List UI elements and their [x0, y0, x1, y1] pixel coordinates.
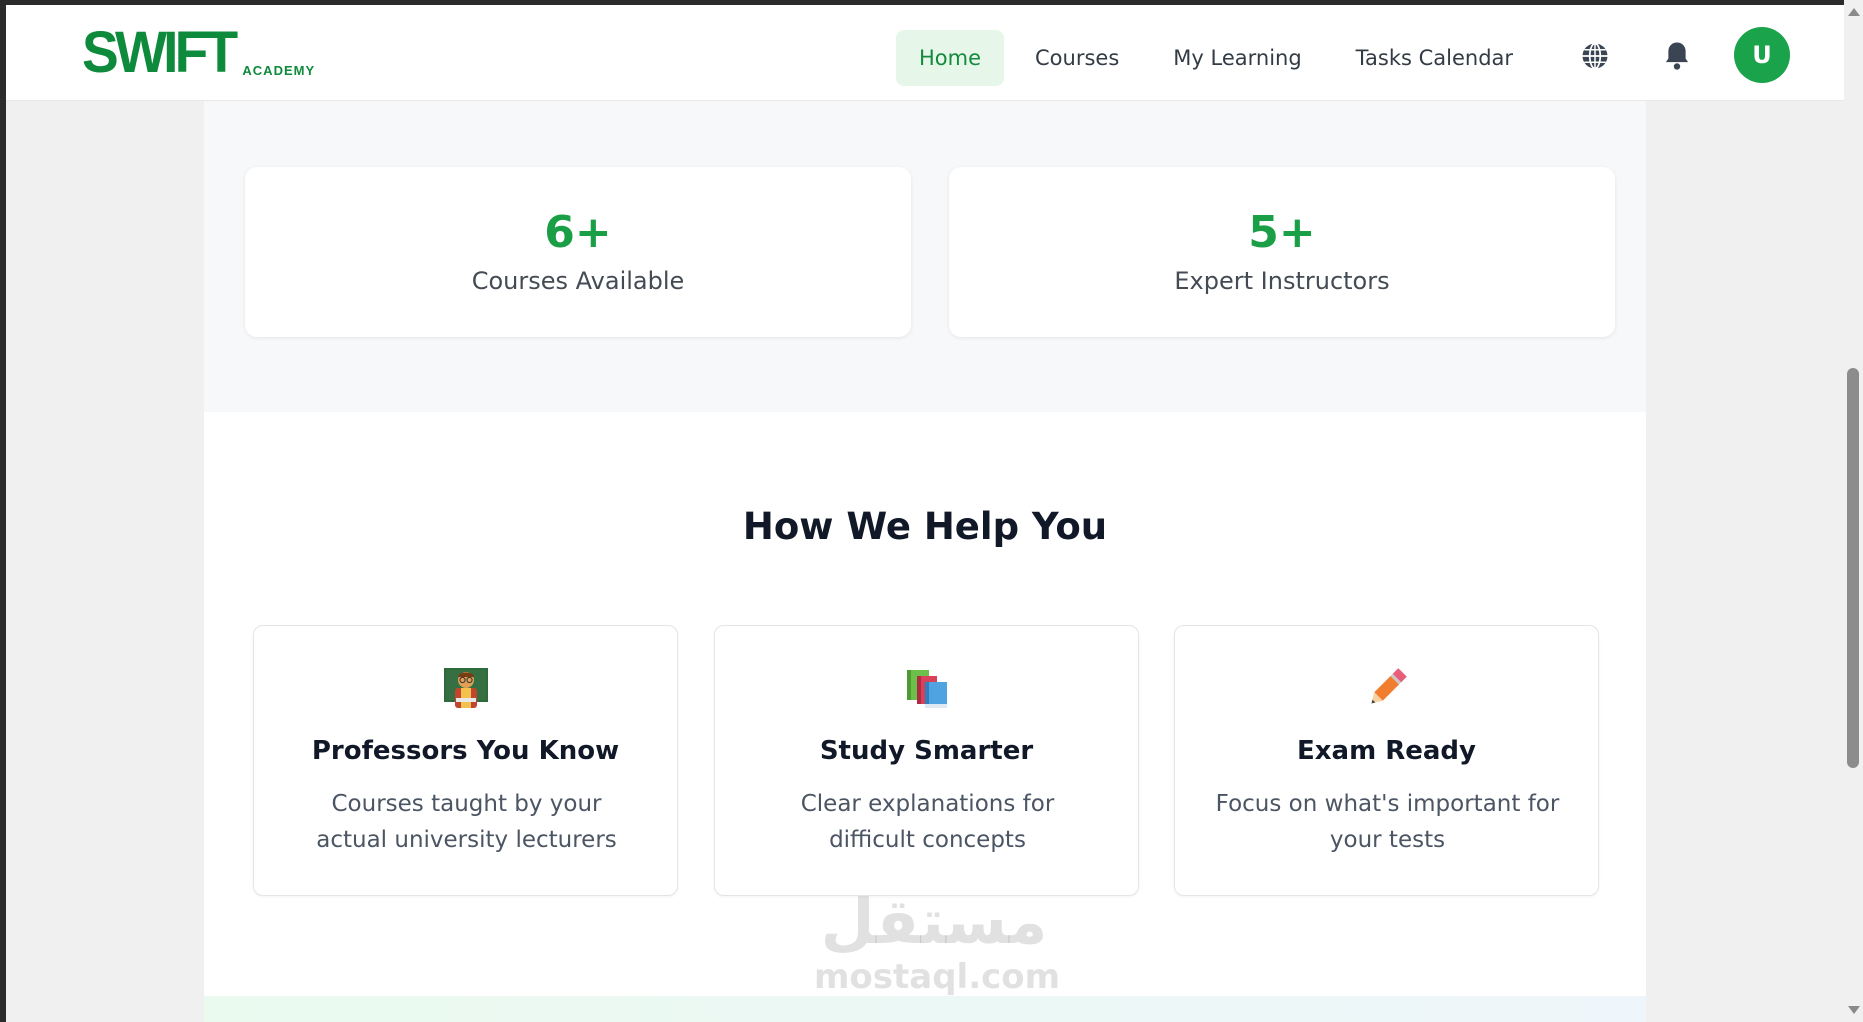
user-avatar[interactable]: U	[1734, 27, 1790, 83]
globe-icon[interactable]	[1580, 41, 1610, 71]
logo-subtitle: ACADEMY	[242, 63, 316, 78]
bell-icon[interactable]	[1662, 40, 1692, 72]
stats-section: 6+ Courses Available 5+ Expert Instructo…	[204, 101, 1646, 412]
main-content: 6+ Courses Available 5+ Expert Instructo…	[204, 101, 1646, 1022]
stat-value: 5+	[1248, 206, 1316, 258]
stat-label: Courses Available	[471, 267, 685, 296]
feature-description: Clear explanations for difficult concept…	[800, 791, 1055, 853]
nav-my-learning[interactable]: My Learning	[1150, 30, 1324, 86]
top-navbar: SWIFT ACADEMY Home Courses My Learning T…	[6, 5, 1850, 101]
watermark-latin: mostaql.com	[814, 957, 1061, 997]
feature-card-professors: Professors You Know Courses taught by yo…	[253, 625, 678, 896]
scroll-down-arrow-icon[interactable]	[1848, 1006, 1860, 1014]
feature-title: Professors You Know	[311, 736, 620, 766]
feature-description: Focus on what's important for your tests	[1215, 791, 1560, 853]
stat-value: 6+	[544, 206, 612, 258]
browser-viewport: SWIFT ACADEMY Home Courses My Learning T…	[6, 5, 1850, 1022]
nav-home[interactable]: Home	[896, 30, 1005, 86]
logo-wordmark: SWIFT	[82, 20, 238, 85]
feature-title: Exam Ready	[1297, 736, 1476, 766]
stat-label: Expert Instructors	[1174, 267, 1390, 296]
next-section-edge	[204, 996, 1646, 1022]
feature-card-study-smarter: Study Smarter Clear explanations for dif…	[714, 625, 1139, 896]
section-title: How We Help You	[742, 505, 1108, 548]
scrollbar-thumb[interactable]	[1847, 368, 1859, 768]
pencil-icon	[1371, 668, 1407, 704]
feature-title: Study Smarter	[819, 736, 1034, 766]
watermark: مستقل mostaql.com	[814, 885, 1061, 998]
nav-courses[interactable]: Courses	[1012, 30, 1142, 86]
swift-academy-logo[interactable]: SWIFT ACADEMY	[82, 24, 315, 82]
vertical-scrollbar[interactable]	[1844, 0, 1863, 1022]
teacher-icon	[444, 668, 488, 708]
scroll-up-arrow-icon[interactable]	[1848, 8, 1860, 16]
books-icon	[907, 670, 947, 708]
feature-description: Courses taught by your actual university…	[316, 791, 617, 853]
watermark-arabic: مستقل	[820, 885, 1048, 958]
stat-card-courses: 6+ Courses Available	[245, 167, 911, 337]
feature-card-exam-ready: Exam Ready Focus on what's important for…	[1174, 625, 1599, 896]
main-nav: Home Courses My Learning Tasks Calendar	[896, 30, 1544, 86]
stat-card-instructors: 5+ Expert Instructors	[949, 167, 1615, 337]
nav-tasks-calendar[interactable]: Tasks Calendar	[1333, 30, 1536, 86]
